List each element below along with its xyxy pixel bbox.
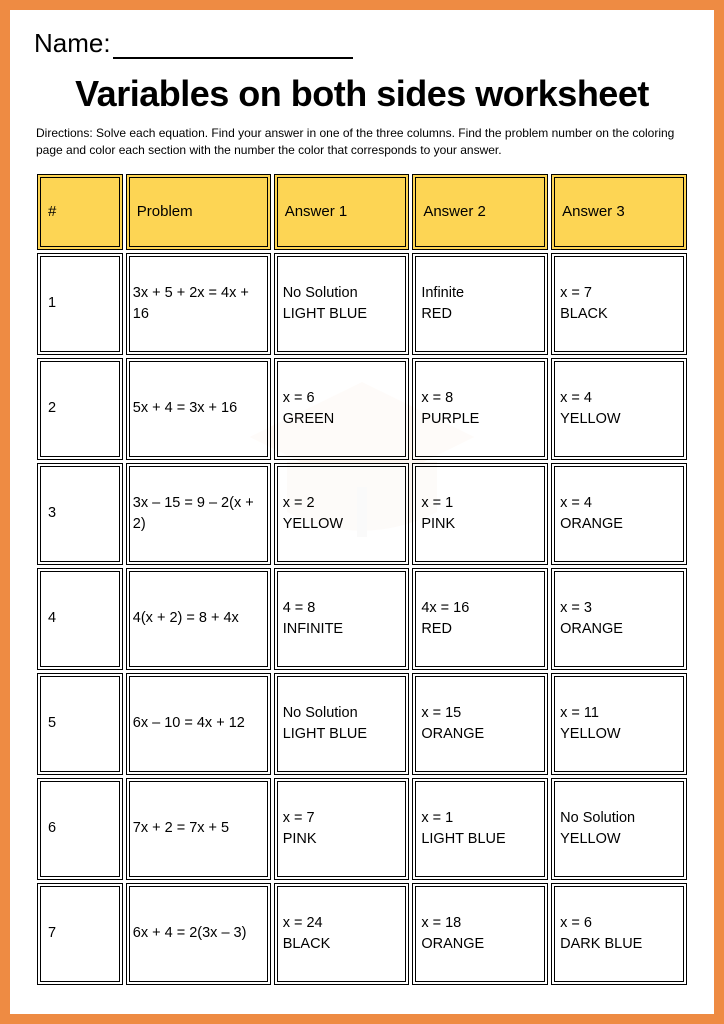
problems-table: # Problem Answer 1 Answer 2 Answer 3 1 3… — [34, 171, 690, 988]
cell-problem: 3x + 5 + 2x = 4x + 16 — [126, 253, 271, 355]
cell-problem: 5x + 4 = 3x + 16 — [126, 358, 271, 460]
answer-color: GREEN — [283, 409, 401, 429]
cell-answer-3: x = 7BLACK — [551, 253, 687, 355]
answer-color: RED — [421, 304, 539, 324]
answer-color: YELLOW — [283, 514, 401, 534]
cell-answer-2: InfiniteRED — [412, 253, 548, 355]
answer-color: ORANGE — [421, 724, 539, 744]
cell-number: 1 — [37, 253, 123, 355]
cell-answer-2: x = 18ORANGE — [412, 883, 548, 985]
answer-value: Infinite — [421, 283, 539, 303]
answer-value: x = 3 — [560, 598, 678, 618]
answer-color: PINK — [283, 829, 401, 849]
table-row: 6 7x + 2 = 7x + 5x = 7PINKx = 1LIGHT BLU… — [37, 778, 687, 880]
answer-value: x = 18 — [421, 913, 539, 933]
table-header-row: # Problem Answer 1 Answer 2 Answer 3 — [37, 174, 687, 250]
name-input-line[interactable] — [113, 41, 353, 59]
cell-answer-2: x = 1LIGHT BLUE — [412, 778, 548, 880]
answer-value: x = 8 — [421, 388, 539, 408]
answer-color: DARK BLUE — [560, 934, 678, 954]
cell-answer-3: x = 3ORANGE — [551, 568, 687, 670]
header-ans1: Answer 1 — [274, 174, 410, 250]
cell-problem: 3x – 15 = 9 – 2(x + 2) — [126, 463, 271, 565]
cell-answer-3: x = 4ORANGE — [551, 463, 687, 565]
cell-answer-1: x = 2YELLOW — [274, 463, 410, 565]
table-row: 4 4(x + 2) = 8 + 4x4 = 8INFINITE4x = 16R… — [37, 568, 687, 670]
answer-color: LIGHT BLUE — [421, 829, 539, 849]
answer-value: x = 2 — [283, 493, 401, 513]
answer-value: x = 6 — [560, 913, 678, 933]
answer-color: ORANGE — [560, 514, 678, 534]
answer-value: x = 4 — [560, 388, 678, 408]
cell-answer-2: x = 15ORANGE — [412, 673, 548, 775]
answer-value: x = 1 — [421, 808, 539, 828]
cell-problem: 6x + 4 = 2(3x – 3) — [126, 883, 271, 985]
cell-answer-1: x = 24BLACK — [274, 883, 410, 985]
header-problem: Problem — [126, 174, 271, 250]
answer-value: x = 7 — [283, 808, 401, 828]
answer-value: x = 1 — [421, 493, 539, 513]
cell-answer-3: x = 4YELLOW — [551, 358, 687, 460]
header-ans3: Answer 3 — [551, 174, 687, 250]
answer-color: BLACK — [560, 304, 678, 324]
answer-value: 4x = 16 — [421, 598, 539, 618]
cell-number: 4 — [37, 568, 123, 670]
worksheet-page: Name: Variables on both sides worksheet … — [10, 10, 714, 1014]
name-field[interactable]: Name: — [34, 28, 690, 59]
cell-number: 3 — [37, 463, 123, 565]
cell-answer-2: 4x = 16RED — [412, 568, 548, 670]
answer-value: No Solution — [283, 283, 401, 303]
table-row: 2 5x + 4 = 3x + 16x = 6GREENx = 8PURPLEx… — [37, 358, 687, 460]
page-title: Variables on both sides worksheet — [34, 73, 690, 115]
answer-color: LIGHT BLUE — [283, 724, 401, 744]
answer-value: x = 11 — [560, 703, 678, 723]
header-num: # — [37, 174, 123, 250]
cell-number: 5 — [37, 673, 123, 775]
table-row: 3 3x – 15 = 9 – 2(x + 2)x = 2YELLOWx = 1… — [37, 463, 687, 565]
answer-color: LIGHT BLUE — [283, 304, 401, 324]
cell-number: 2 — [37, 358, 123, 460]
answer-value: No Solution — [283, 703, 401, 723]
answer-color: INFINITE — [283, 619, 401, 639]
name-label: Name: — [34, 28, 111, 58]
answer-color: YELLOW — [560, 724, 678, 744]
answer-color: ORANGE — [560, 619, 678, 639]
cell-answer-2: x = 1PINK — [412, 463, 548, 565]
answer-value: 4 = 8 — [283, 598, 401, 618]
header-ans2: Answer 2 — [412, 174, 548, 250]
table-row: 1 3x + 5 + 2x = 4x + 16No SolutionLIGHT … — [37, 253, 687, 355]
cell-answer-1: 4 = 8INFINITE — [274, 568, 410, 670]
answer-value: x = 7 — [560, 283, 678, 303]
cell-answer-3: No SolutionYELLOW — [551, 778, 687, 880]
answer-color: RED — [421, 619, 539, 639]
cell-number: 7 — [37, 883, 123, 985]
cell-answer-1: x = 6GREEN — [274, 358, 410, 460]
answer-value: x = 6 — [283, 388, 401, 408]
directions-text: Directions: Solve each equation. Find yo… — [34, 125, 690, 159]
answer-value: x = 4 — [560, 493, 678, 513]
answer-value: x = 15 — [421, 703, 539, 723]
cell-answer-3: x = 6DARK BLUE — [551, 883, 687, 985]
answer-color: BLACK — [283, 934, 401, 954]
cell-answer-1: No SolutionLIGHT BLUE — [274, 253, 410, 355]
answer-color: YELLOW — [560, 409, 678, 429]
cell-answer-1: x = 7PINK — [274, 778, 410, 880]
cell-answer-1: No SolutionLIGHT BLUE — [274, 673, 410, 775]
cell-problem: 6x – 10 = 4x + 12 — [126, 673, 271, 775]
cell-answer-3: x = 11YELLOW — [551, 673, 687, 775]
answer-color: PURPLE — [421, 409, 539, 429]
answer-color: ORANGE — [421, 934, 539, 954]
answer-value: No Solution — [560, 808, 678, 828]
table-row: 5 6x – 10 = 4x + 12No SolutionLIGHT BLUE… — [37, 673, 687, 775]
answer-color: YELLOW — [560, 829, 678, 849]
answer-color: PINK — [421, 514, 539, 534]
answer-value: x = 24 — [283, 913, 401, 933]
table-row: 7 6x + 4 = 2(3x – 3)x = 24BLACKx = 18ORA… — [37, 883, 687, 985]
cell-answer-2: x = 8PURPLE — [412, 358, 548, 460]
cell-number: 6 — [37, 778, 123, 880]
cell-problem: 7x + 2 = 7x + 5 — [126, 778, 271, 880]
cell-problem: 4(x + 2) = 8 + 4x — [126, 568, 271, 670]
